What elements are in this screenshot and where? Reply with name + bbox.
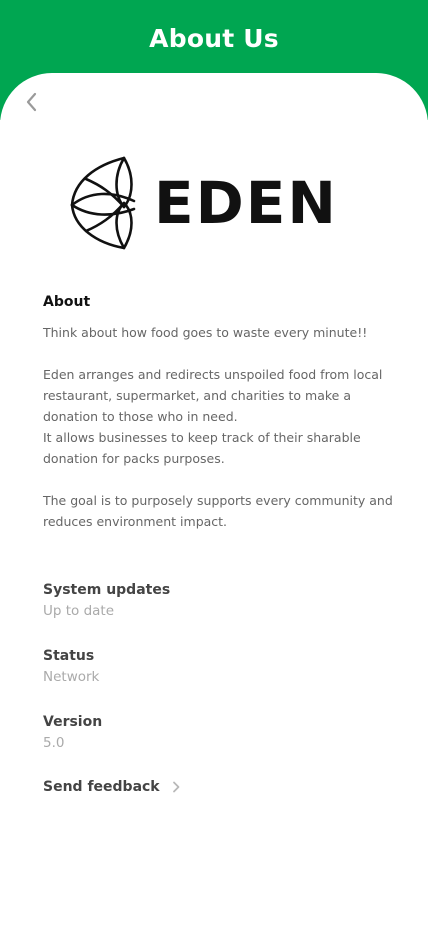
version-label: Version — [43, 714, 103, 730]
about-paragraph: Think about how food goes to waste every… — [43, 325, 368, 340]
version-row: Version 5.0 — [43, 714, 393, 751]
page-title: About Us — [149, 24, 279, 53]
about-screen: About Us EDEN About Think about how food… — [0, 0, 428, 926]
about-paragraph: It allows businesses to keep track of th… — [43, 430, 361, 466]
chevron-right-icon — [172, 780, 182, 794]
send-feedback-button[interactable]: Send feedback — [43, 779, 182, 795]
about-body: Think about how food goes to waste every… — [43, 322, 393, 532]
about-paragraph: Eden arranges and redirects unspoiled fo… — [43, 367, 383, 424]
eden-logo: EDEN — [68, 155, 336, 251]
about-heading: About — [43, 294, 91, 310]
system-updates-label: System updates — [43, 582, 171, 598]
status-row: Status Network — [43, 648, 393, 685]
system-updates-value: Up to date — [43, 603, 115, 619]
version-value: 5.0 — [43, 735, 65, 751]
logo-wordmark: EDEN — [154, 169, 338, 237]
leaf-logo-icon — [70, 156, 136, 250]
status-value: Network — [43, 669, 100, 685]
send-feedback-label: Send feedback — [43, 779, 160, 795]
system-updates-row: System updates Up to date — [43, 582, 393, 619]
chevron-left-icon — [26, 92, 37, 112]
status-label: Status — [43, 648, 95, 664]
back-button[interactable] — [20, 90, 42, 114]
about-paragraph: The goal is to purposely supports every … — [43, 493, 393, 529]
